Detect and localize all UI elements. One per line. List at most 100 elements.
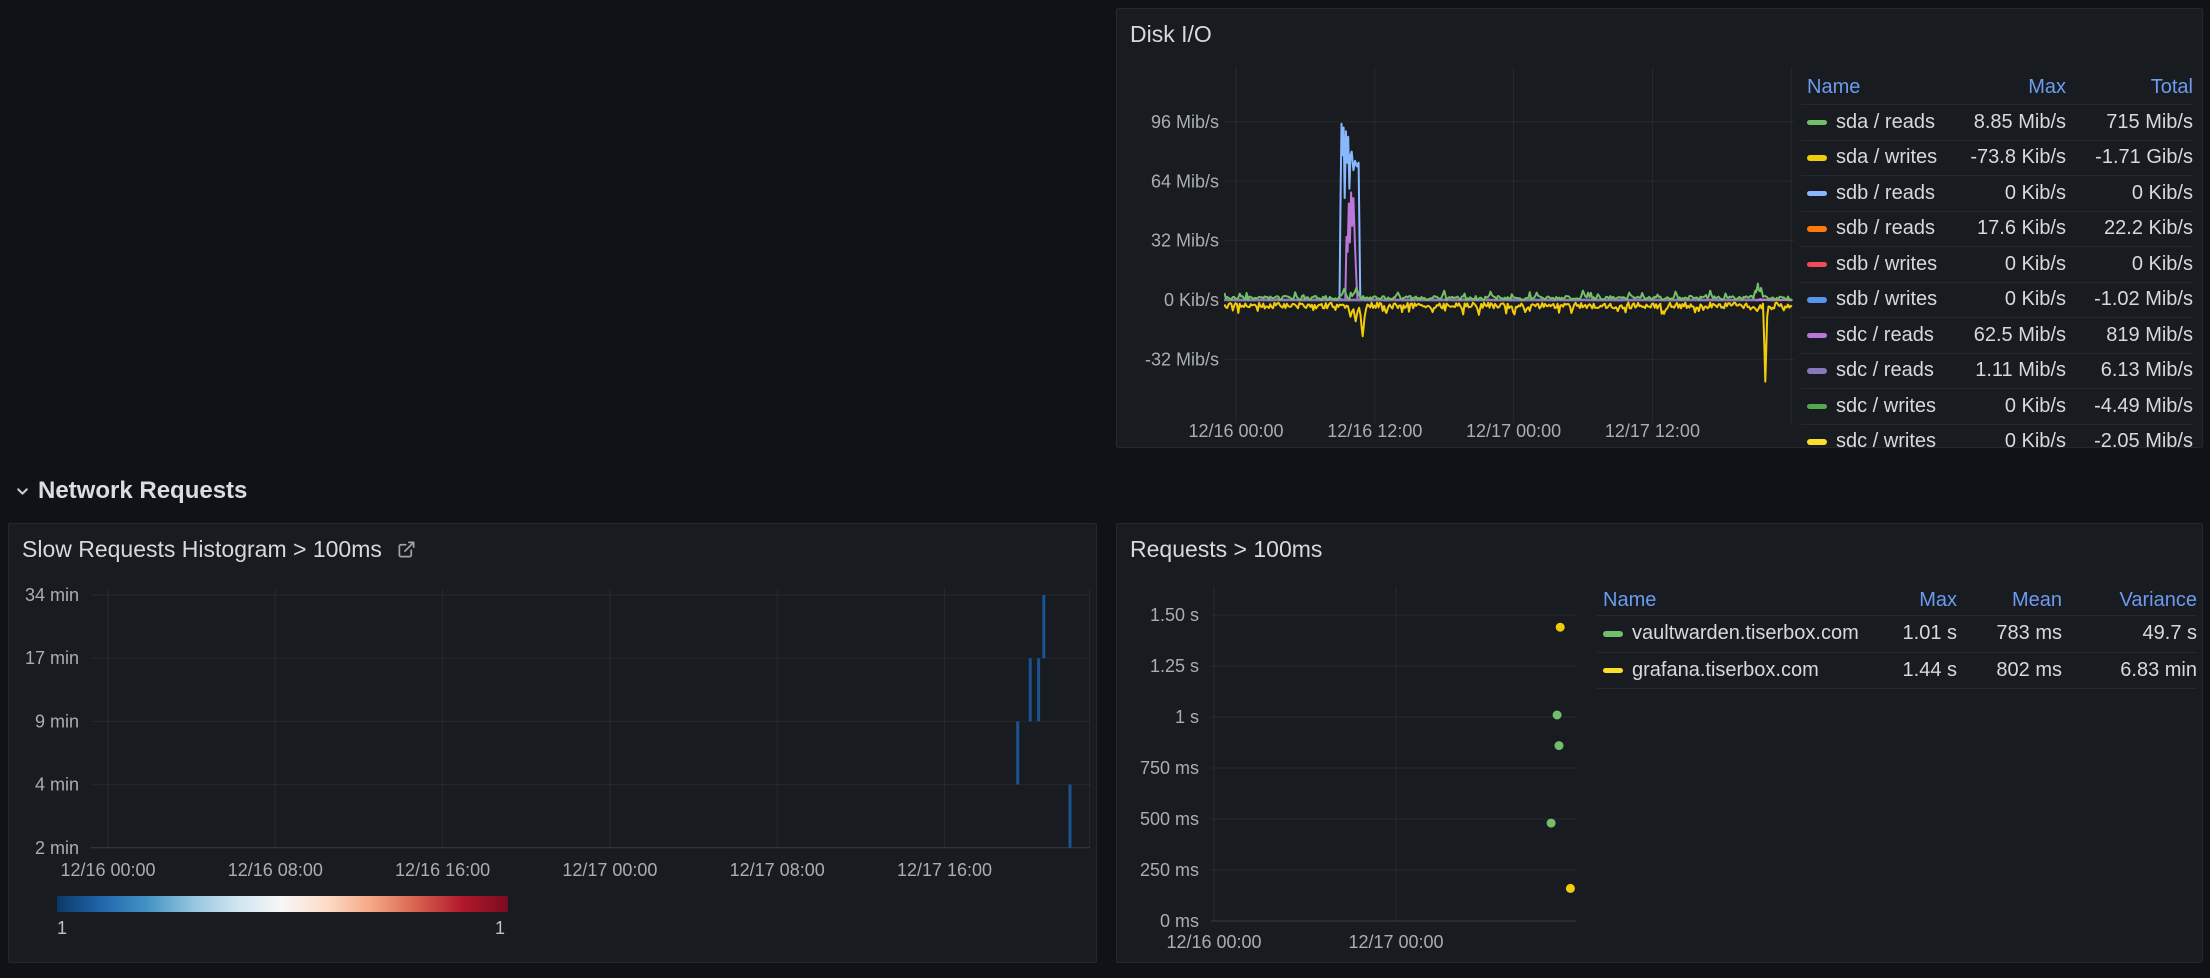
dashboard-row-network-requests[interactable]: Network Requests (14, 477, 247, 505)
y-axis-tick: 250 ms (1140, 860, 1199, 880)
y-axis-tick: 64 Mib/s (1151, 171, 1219, 191)
legend-header-mean[interactable]: Mean (1957, 589, 2062, 612)
y-axis-tick: 17 min (25, 648, 79, 668)
panel-title-text: Disk I/O (1130, 21, 1212, 48)
legend-value-total: -4.49 Mib/s (2066, 395, 2193, 418)
y-axis-tick: 32 Mib/s (1151, 231, 1219, 251)
series-swatch (1807, 368, 1827, 374)
legend-value-max: -73.8 Kib/s (1948, 146, 2066, 169)
y-axis-tick: 4 min (35, 775, 79, 795)
legend-row[interactable]: sdc / writes0 Kib/s-2.05 Mib/s (1801, 425, 2193, 449)
legend-row[interactable]: sdb / writes 0 Kib/s0 Kib/s (1801, 247, 2193, 283)
x-axis-tick: 12/17 08:00 (730, 860, 825, 880)
legend-row[interactable]: sdb / reads0 Kib/s0 Kib/s (1801, 176, 2193, 212)
legend-header-max[interactable]: Max (1867, 589, 1957, 612)
legend-header-name[interactable]: Name (1603, 589, 1867, 612)
series-swatch (1807, 439, 1827, 445)
scatter-point (1566, 884, 1575, 893)
legend-row[interactable]: sda / writes-73.8 Kib/s-1.71 Gib/s (1801, 141, 2193, 177)
series-swatch (1807, 333, 1827, 339)
y-axis-tick: 0 Kib/s (1164, 290, 1219, 310)
legend-value-max: 0 Kib/s (1948, 182, 2066, 205)
y-axis-tick: 0 ms (1160, 911, 1199, 931)
legend-value-total: 6.13 Mib/s (2066, 359, 2193, 382)
legend-row[interactable]: sdb / writes0 Kib/s-1.02 Mib/s (1801, 283, 2193, 319)
legend-header-max[interactable]: Max (1948, 76, 2066, 99)
legend-header-variance[interactable]: Variance (2062, 589, 2197, 612)
x-axis-tick: 12/16 00:00 (1188, 421, 1283, 441)
legend-header-name[interactable]: Name (1807, 76, 1948, 99)
panel-disk-io: Disk I/O 96 Mib/s64 Mib/s32 Mib/s0 Kib/s… (1116, 8, 2203, 448)
legend-value-total: -2.05 Mib/s (2066, 430, 2193, 448)
x-axis-tick: 12/17 00:00 (1348, 932, 1443, 952)
x-axis-tick: 12/16 12:00 (1327, 421, 1422, 441)
series-name: grafana.tiserbox.com (1632, 659, 1819, 682)
colorbar-max-label: 1 (495, 918, 505, 939)
disk-io-legend: NameMaxTotal sda / reads8.85 Mib/s715 Mib… (1801, 71, 2193, 448)
x-axis-tick: 12/17 00:00 (562, 860, 657, 880)
legend-value-max: 1.44 s (1867, 659, 1957, 682)
legend-row[interactable]: sda / reads8.85 Mib/s715 Mib/s (1801, 105, 2193, 141)
heatmap-cell (1037, 658, 1040, 721)
scatter-point (1556, 623, 1565, 632)
series-name: sdc / writes (1836, 395, 1936, 418)
legend-value-variance: 49.7 s (2062, 622, 2197, 645)
legend-row[interactable]: sdc / reads 1.11 Mib/s6.13 Mib/s (1801, 354, 2193, 390)
panel-requests-100ms: Requests > 100ms 1.50 s 1.25 s 1 s 750 ms 50… (1116, 523, 2203, 963)
colorbar-min-label: 1 (57, 918, 67, 939)
series-name: sdb / reads (1836, 217, 1935, 240)
y-axis-tick: 2 min (35, 838, 79, 858)
legend-value-max: 0 Kib/s (1948, 288, 2066, 311)
heatmap-cell (1069, 785, 1072, 848)
legend-value-max: 17.6 Kib/s (1948, 217, 2066, 240)
legend-row[interactable]: sdc / writes 0 Kib/s-4.49 Mib/s (1801, 389, 2193, 425)
legend-row[interactable]: sdc / reads62.5 Mib/s819 Mib/s (1801, 318, 2193, 354)
legend-row[interactable]: grafana.tiserbox.com 1.44 s802 ms6.83 min (1597, 653, 2197, 690)
series-swatch (1807, 262, 1827, 268)
heatmap-cell (1016, 721, 1019, 784)
legend-value-mean: 802 ms (1957, 659, 2062, 682)
legend-value-max: 1.11 Mib/s (1948, 359, 2066, 382)
row-title: Network Requests (38, 477, 247, 505)
panel-title-requests[interactable]: Requests > 100ms (1130, 536, 1322, 563)
series-swatch (1807, 297, 1827, 303)
x-axis-tick: 12/17 16:00 (897, 860, 992, 880)
legend-value-total: 0 Kib/s (2066, 253, 2193, 276)
y-axis-tick: 1.25 s (1150, 656, 1199, 676)
legend-value-total: 22.2 Kib/s (2066, 217, 2193, 240)
series-swatch (1807, 226, 1827, 232)
y-axis-tick: 750 ms (1140, 758, 1199, 778)
series-name: sdb / writes (1836, 253, 1937, 276)
legend-value-max: 62.5 Mib/s (1948, 324, 2066, 347)
series-name: sda / reads (1836, 111, 1935, 134)
legend-value-max: 0 Kib/s (1948, 253, 2066, 276)
y-axis-tick: 500 ms (1140, 809, 1199, 829)
panel-title-disk-io[interactable]: Disk I/O (1130, 21, 1212, 48)
series-line (1224, 303, 1792, 382)
legend-value-max: 0 Kib/s (1948, 430, 2066, 448)
legend-header-total[interactable]: Total (2066, 76, 2193, 99)
heatmap-cell (1042, 595, 1045, 658)
scatter-point (1553, 711, 1562, 720)
legend-row[interactable]: vaultwarden.tiserbox.com1.01 s783 ms49.7… (1597, 616, 2197, 653)
panel-title-text: Requests > 100ms (1130, 536, 1322, 563)
series-name: sdb / writes (1836, 288, 1937, 311)
legend-value-total: 715 Mib/s (2066, 111, 2193, 134)
panel-slow-requests-histogram: Slow Requests Histogram > 100ms 34 min17… (8, 523, 1097, 963)
y-axis-tick: 1.50 s (1150, 605, 1199, 625)
legend-value-variance: 6.83 min (2062, 659, 2197, 682)
legend-value-total: 0 Kib/s (2066, 182, 2193, 205)
y-axis-tick: 1 s (1175, 707, 1199, 727)
legend-row[interactable]: sdb / reads 17.6 Kib/s22.2 Kib/s (1801, 212, 2193, 248)
y-axis-tick: 9 min (35, 711, 79, 731)
panel-title-slow-requests[interactable]: Slow Requests Histogram > 100ms (22, 536, 416, 563)
series-swatch (1807, 155, 1827, 161)
x-axis-tick: 12/16 00:00 (1166, 932, 1261, 952)
scatter-point (1547, 819, 1556, 828)
series-name: sdc / reads (1836, 359, 1934, 382)
panel-title-text: Slow Requests Histogram > 100ms (22, 536, 382, 563)
legend-value-max: 0 Kib/s (1948, 395, 2066, 418)
external-link-icon[interactable] (397, 540, 416, 559)
series-swatch (1603, 668, 1623, 674)
series-name: sdc / reads (1836, 324, 1934, 347)
